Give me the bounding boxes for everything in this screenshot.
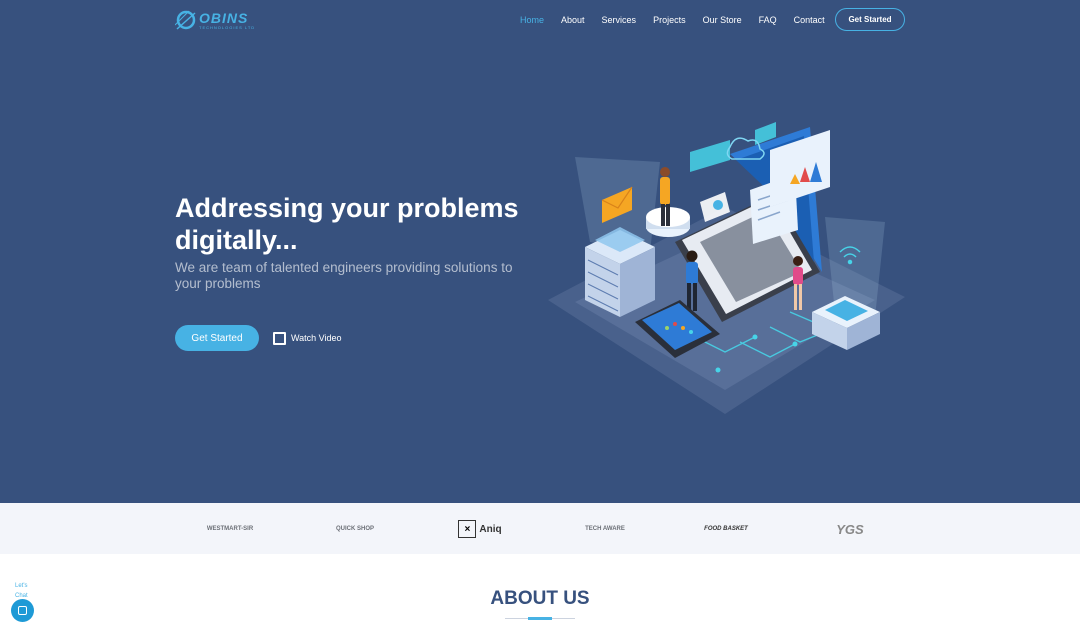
- main-menu: Home About Services Projects Our Store F…: [520, 0, 842, 40]
- nav-get-started-button[interactable]: Get Started: [835, 8, 905, 31]
- client-label: Aniq: [479, 523, 502, 535]
- client-label: YGS: [836, 521, 864, 537]
- hero-get-started-button[interactable]: Get Started: [175, 325, 259, 351]
- watch-video-label: Watch Video: [291, 333, 342, 343]
- brand-logo[interactable]: OBINS TECHNOLOGIES LTD: [175, 8, 265, 32]
- brand-name: OBINS: [199, 9, 249, 26]
- chat-label: Let's Chat: [15, 583, 28, 599]
- hero-title: Addressing your problems digitally...: [175, 193, 519, 255]
- client-logo-aniq: × Aniq: [450, 516, 510, 542]
- chat-icon: [18, 606, 27, 615]
- nav-item-projects[interactable]: Projects: [653, 15, 686, 25]
- header-nav: OBINS TECHNOLOGIES LTD Home About Servic…: [0, 0, 1080, 40]
- client-label: QUICK SHOP: [335, 526, 374, 532]
- brand-subtitle: TECHNOLOGIES LTD: [199, 24, 256, 30]
- about-divider-accent: [528, 617, 552, 620]
- hero-section: OBINS TECHNOLOGIES LTD Home About Servic…: [0, 0, 1080, 503]
- client-logo-quickshop: QUICK SHOP: [325, 516, 385, 542]
- nav-item-about[interactable]: About: [561, 15, 585, 25]
- client-logo-westmart: WESTMART-SIR: [200, 516, 260, 542]
- nav-item-faq[interactable]: FAQ: [759, 15, 777, 25]
- nav-item-our-store[interactable]: Our Store: [703, 15, 742, 25]
- nav-item-contact[interactable]: Contact: [794, 15, 825, 25]
- clients-strip: WESTMART-SIR QUICK SHOP × Aniq TECH AWAR…: [0, 503, 1080, 554]
- client-logo-ygs: YGS: [820, 516, 880, 542]
- chat-button[interactable]: [11, 599, 34, 622]
- about-heading: ABOUT US: [490, 588, 590, 609]
- client-logo-techaware: TECH AWARE: [575, 516, 635, 542]
- logo-icon: [175, 10, 196, 30]
- watch-video-link[interactable]: Watch Video: [273, 331, 342, 345]
- client-label: TECH AWARE: [585, 526, 625, 532]
- isometric-tech-illustration: [548, 122, 905, 414]
- hero-subtitle: We are team of talented engineers provid…: [175, 260, 513, 291]
- nav-item-services[interactable]: Services: [602, 15, 637, 25]
- client-logo-foodbasket: FOOD BASKET: [698, 516, 754, 542]
- logo-text: OBINS TECHNOLOGIES LTD: [199, 11, 255, 30]
- nav-item-home[interactable]: Home: [520, 15, 544, 25]
- aniq-icon: ×: [458, 520, 477, 538]
- client-label: WESTMART-SIR: [206, 526, 254, 532]
- play-icon: [273, 331, 286, 345]
- client-label: FOOD BASKET: [704, 526, 748, 532]
